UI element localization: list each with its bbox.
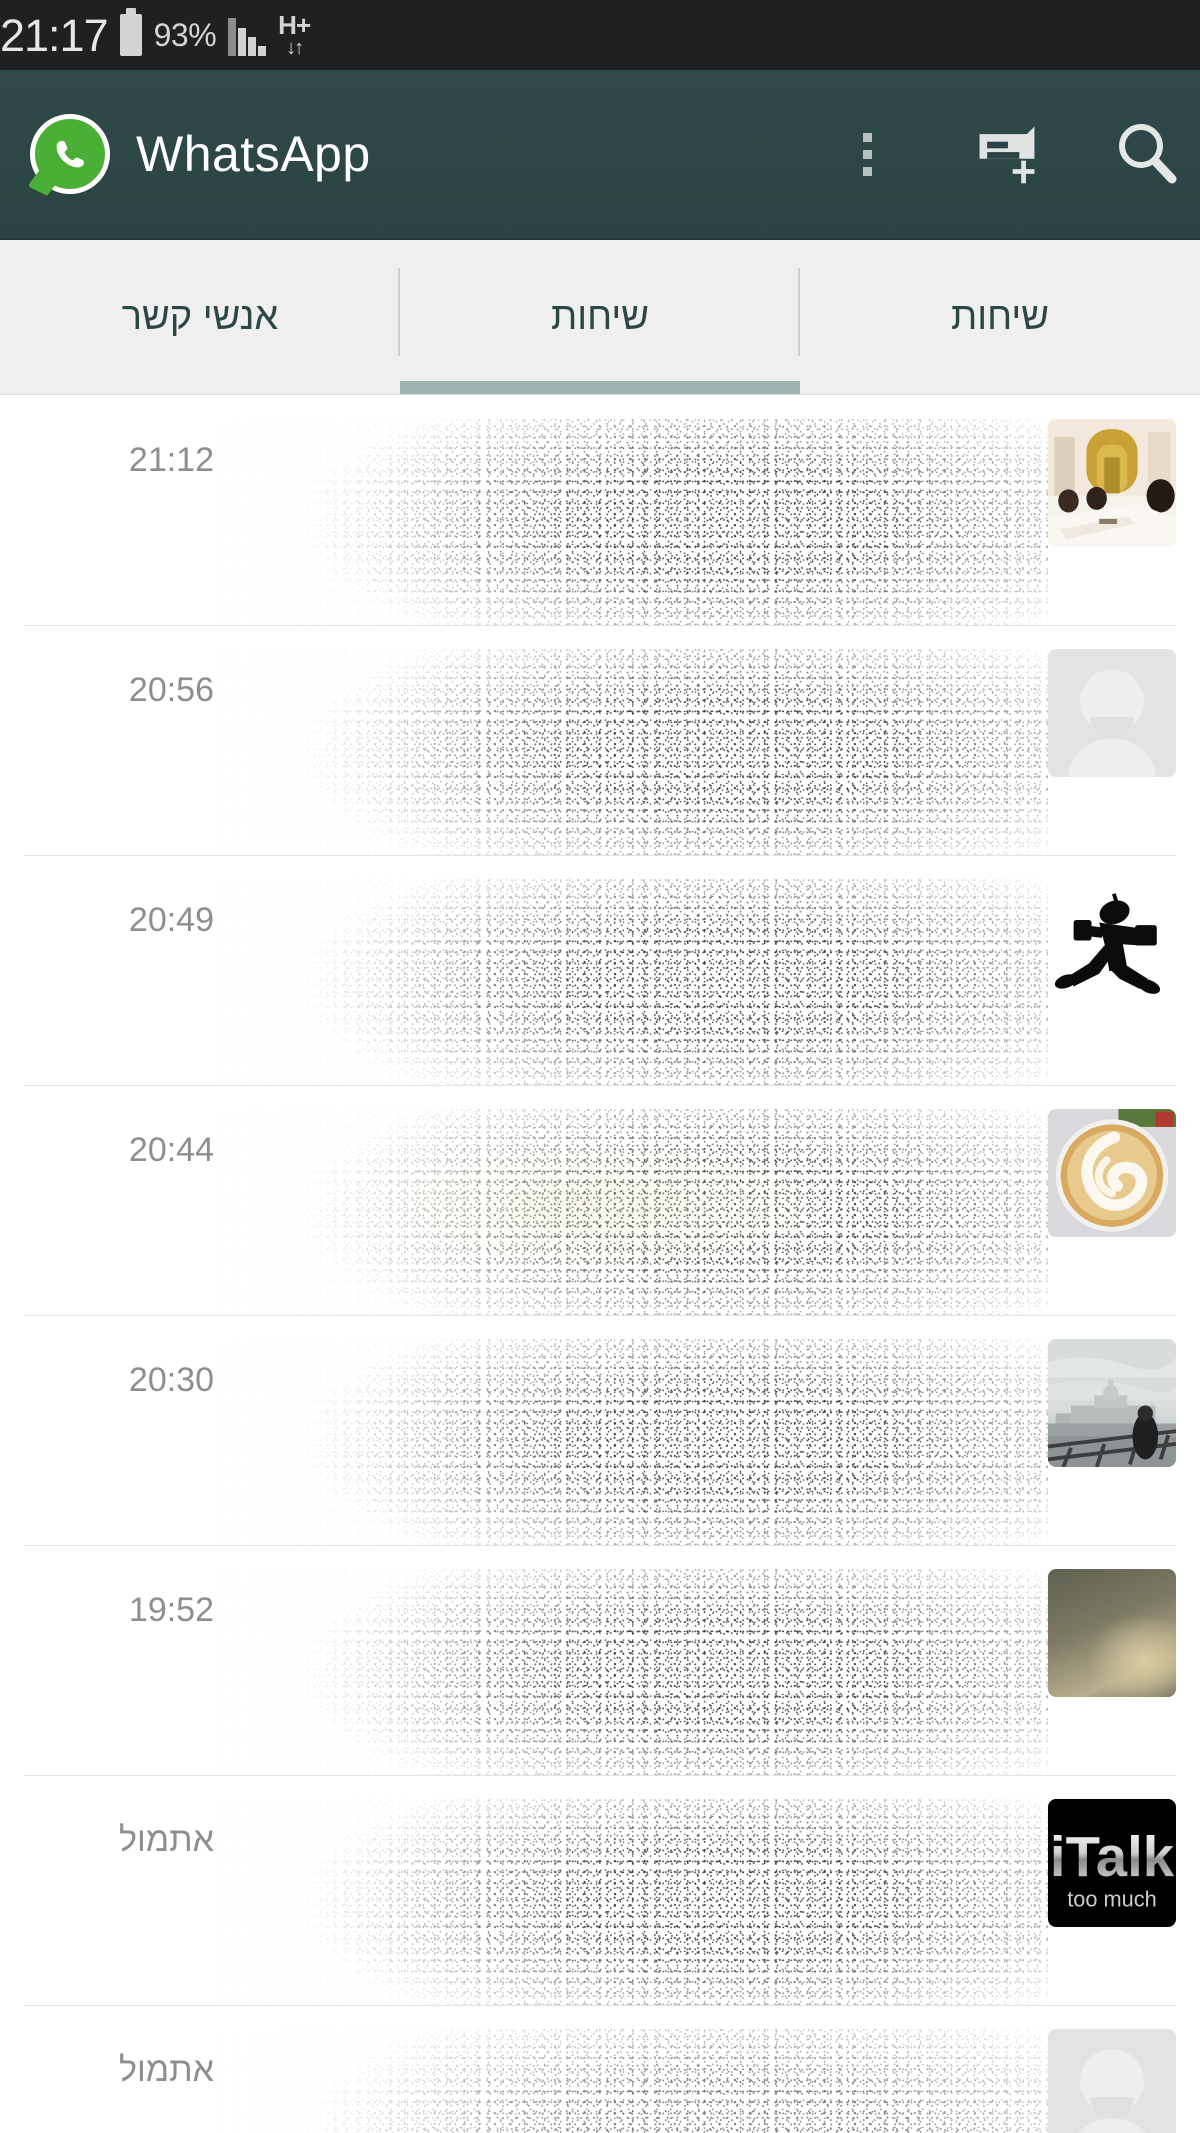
chat-meta: אתמול <box>24 2029 214 2090</box>
search-button[interactable] <box>1112 114 1182 194</box>
phone-handset-icon <box>56 141 84 168</box>
chat-preview-redacted <box>214 1799 1048 2005</box>
synagogue-photo-icon <box>1048 419 1176 547</box>
chat-preview-redacted <box>214 879 1048 1085</box>
chat-timestamp: 20:44 <box>128 1131 214 1169</box>
table-row[interactable]: 20:56 <box>0 625 1200 855</box>
table-row[interactable]: iTalk too much אתמול <box>0 1775 1200 2005</box>
chat-list[interactable]: 21:12 20:56 20:49 20:44 20:30 19:52 iTal… <box>0 395 1200 2133</box>
chat-meta: 20:30 <box>24 1339 214 1400</box>
table-row[interactable]: 20:49 <box>0 855 1200 1085</box>
chat-preview-redacted <box>214 1569 1048 1775</box>
avatar[interactable] <box>1048 419 1176 547</box>
table-row[interactable]: אתמול <box>0 2005 1200 2133</box>
data-transfer-arrows-icon: ↓↑ <box>286 37 304 59</box>
table-row[interactable]: 21:12 <box>0 395 1200 625</box>
chat-timestamp: 19:52 <box>128 1591 214 1629</box>
avatar[interactable] <box>1048 1569 1176 1697</box>
app-title-group: WhatsApp <box>30 114 371 194</box>
battery-percent-label: 93% <box>153 16 217 53</box>
tab-chats[interactable]: שיחות <box>400 240 800 394</box>
tab-chats-label: שיחות <box>551 295 649 338</box>
signal-bars-icon <box>228 14 267 56</box>
page-title: WhatsApp <box>136 126 371 182</box>
search-icon <box>1119 124 1177 184</box>
table-row[interactable]: 20:44 <box>0 1085 1200 1315</box>
redaction-overlay <box>214 879 1048 1085</box>
avatar[interactable] <box>1048 1109 1176 1237</box>
status-bar-icons: H+ ↓↑ 93% 21:17 <box>0 8 311 61</box>
avatar[interactable] <box>1048 2029 1176 2133</box>
chat-meta: 21:12 <box>24 419 214 480</box>
network-type-icon: H+ ↓↑ <box>278 10 311 59</box>
more-vert-icon <box>862 132 872 176</box>
running-figure-icon <box>1048 879 1176 1007</box>
default-person-icon <box>1048 2029 1176 2133</box>
overflow-menu-button[interactable] <box>832 114 902 194</box>
redaction-overlay <box>214 649 1048 855</box>
tab-calls[interactable]: שיחות <box>800 240 1200 394</box>
new-chat-icon <box>979 126 1035 184</box>
tab-contacts[interactable]: אנשי קשר <box>0 240 400 394</box>
chat-timestamp: 20:56 <box>128 671 214 709</box>
avatar[interactable]: iTalk too much <box>1048 1799 1176 1927</box>
chat-preview-redacted <box>214 2029 1048 2133</box>
network-type-label: H+ <box>278 10 311 40</box>
whatsapp-logo-icon <box>30 114 110 194</box>
tab-contacts-label: אנשי קשר <box>121 295 279 338</box>
tab-bar: שיחות שיחות אנשי קשר <box>0 240 1200 395</box>
phone-screen: H+ ↓↑ 93% 21:17 WhatsApp שיחות שיחות אנש… <box>0 0 1200 2133</box>
default-person-icon <box>1048 649 1176 777</box>
avatar[interactable] <box>1048 1339 1176 1467</box>
chat-preview-redacted <box>214 1109 1048 1315</box>
chat-meta: 20:49 <box>24 879 214 940</box>
app-bar-actions <box>832 114 1182 194</box>
tab-calls-label: שיחות <box>951 295 1049 338</box>
redaction-overlay <box>214 1339 1048 1545</box>
redaction-overlay <box>214 1109 1048 1315</box>
status-bar: H+ ↓↑ 93% 21:17 <box>0 0 1200 70</box>
table-row[interactable]: 19:52 <box>0 1545 1200 1775</box>
redaction-overlay <box>214 2029 1048 2133</box>
italk-logo-icon: iTalk too much <box>1048 1799 1176 1927</box>
svg-text:too much: too much <box>1067 1887 1156 1912</box>
new-chat-button[interactable] <box>972 114 1042 194</box>
status-clock: 21:17 <box>0 9 109 61</box>
chat-timestamp: אתמול <box>118 2051 214 2089</box>
battery-icon <box>119 8 142 56</box>
chat-meta: 19:52 <box>24 1569 214 1630</box>
chat-timestamp: אתמול <box>118 1821 214 1859</box>
svg-text:iTalk: iTalk <box>1050 1825 1175 1888</box>
chat-preview-redacted <box>214 419 1048 625</box>
cityscape-photo-icon <box>1048 1339 1176 1467</box>
avatar[interactable] <box>1048 879 1176 1007</box>
chat-meta: 20:56 <box>24 649 214 710</box>
chat-preview-redacted <box>214 649 1048 855</box>
redaction-overlay <box>214 1569 1048 1775</box>
latte-art-photo-icon <box>1048 1109 1176 1237</box>
redaction-overlay <box>214 419 1048 625</box>
chat-meta: אתמול <box>24 1799 214 1860</box>
app-bar: WhatsApp <box>0 70 1200 240</box>
table-row[interactable]: 20:30 <box>0 1315 1200 1545</box>
tab-active-indicator <box>400 381 800 394</box>
chat-meta: 20:44 <box>24 1109 214 1170</box>
blurred-gradient-icon <box>1048 1569 1176 1697</box>
chat-preview-redacted <box>214 1339 1048 1545</box>
chat-timestamp: 20:30 <box>128 1361 214 1399</box>
redaction-overlay <box>214 1799 1048 2005</box>
chat-timestamp: 21:12 <box>128 441 214 479</box>
chat-timestamp: 20:49 <box>128 901 214 939</box>
avatar[interactable] <box>1048 649 1176 777</box>
